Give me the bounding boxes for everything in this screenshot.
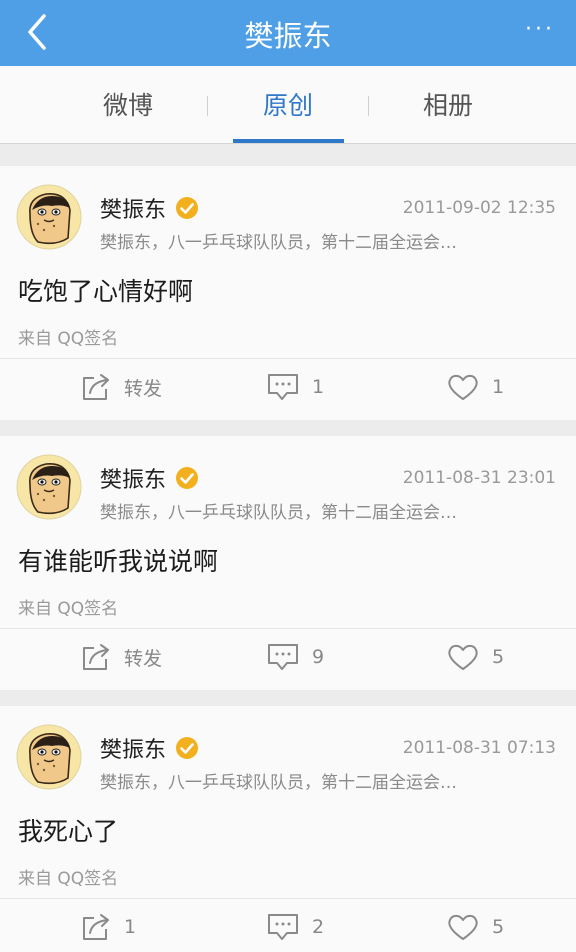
like-button[interactable]: 5 xyxy=(446,640,504,674)
repost-button[interactable]: 1 xyxy=(80,910,136,944)
post-card[interactable]: 樊振东 2011-09-02 12:35 樊振东，八一乒乓球队队员，第十二届全运… xyxy=(0,166,576,420)
post-timestamp: 2011-08-31 23:01 xyxy=(402,468,556,488)
repost-label: 转发 xyxy=(124,647,163,670)
post-author: 樊振东 xyxy=(100,732,199,763)
comment-button[interactable]: 1 xyxy=(266,370,324,404)
post-timestamp: 2011-08-31 07:13 xyxy=(402,738,556,758)
comment-count: 9 xyxy=(312,646,325,668)
more-options-button[interactable]: ··· xyxy=(518,15,562,45)
author-description: 樊振东，八一乒乓球队队员，第十二届全运会… xyxy=(100,773,457,793)
repost-button[interactable]: 转发 xyxy=(80,640,162,674)
avatar[interactable] xyxy=(16,724,82,790)
like-button[interactable]: 5 xyxy=(446,910,504,944)
repost-icon xyxy=(83,914,109,940)
heart-icon xyxy=(448,914,478,940)
divider xyxy=(0,358,576,359)
comment-icon xyxy=(268,644,298,670)
post-content: 有谁能听我说说啊 xyxy=(18,547,219,576)
author-name[interactable]: 樊振东 xyxy=(100,738,166,763)
author-name[interactable]: 樊振东 xyxy=(100,198,166,223)
repost-button[interactable]: 转发 xyxy=(80,370,162,404)
avatar-cartoon-icon xyxy=(16,454,82,520)
post-content: 吃饱了心情好啊 xyxy=(18,277,194,306)
tab-bar: 微博 原创 相册 xyxy=(0,66,576,144)
post-card[interactable]: 樊振东 2011-08-31 07:13 樊振东，八一乒乓球队队员，第十二届全运… xyxy=(0,706,576,952)
post-content: 我死心了 xyxy=(18,817,119,846)
comment-count: 1 xyxy=(312,376,325,398)
like-count: 5 xyxy=(492,646,505,668)
post-author: 樊振东 xyxy=(100,192,199,223)
post-timestamp: 2011-09-02 12:35 xyxy=(402,198,556,218)
comment-button[interactable]: 9 xyxy=(266,640,324,674)
author-description: 樊振东，八一乒乓球队队员，第十二届全运会… xyxy=(100,503,457,523)
repost-label: 转发 xyxy=(124,377,163,400)
tab-active-indicator xyxy=(233,139,344,143)
post-source: 来自 QQ签名 xyxy=(18,869,119,889)
repost-icon xyxy=(83,374,109,400)
avatar[interactable] xyxy=(16,184,82,250)
like-count: 5 xyxy=(492,916,505,938)
app-header: 樊振东 ··· xyxy=(0,0,576,66)
verified-badge-icon xyxy=(176,737,199,759)
post-source: 来自 QQ签名 xyxy=(18,329,119,349)
avatar-cartoon-icon xyxy=(16,724,82,790)
like-count: 1 xyxy=(492,376,505,398)
heart-icon xyxy=(448,644,478,670)
page-title: 樊振东 xyxy=(244,19,332,53)
comment-icon xyxy=(268,914,298,940)
tab-album[interactable]: 相册 xyxy=(352,66,544,144)
repost-count: 1 xyxy=(124,916,137,938)
comment-icon xyxy=(268,374,298,400)
post-source: 来自 QQ签名 xyxy=(18,599,119,619)
avatar-cartoon-icon xyxy=(16,184,82,250)
divider xyxy=(0,628,576,629)
divider xyxy=(0,898,576,899)
post-card[interactable]: 樊振东 2011-08-31 23:01 樊振东，八一乒乓球队队员，第十二届全运… xyxy=(0,436,576,690)
author-description: 樊振东，八一乒乓球队队员，第十二届全运会… xyxy=(100,233,457,253)
verified-badge-icon xyxy=(176,197,199,219)
heart-icon xyxy=(448,374,478,400)
comment-button[interactable]: 2 xyxy=(266,910,324,944)
comment-count: 2 xyxy=(312,916,325,938)
verified-badge-icon xyxy=(176,467,199,489)
avatar[interactable] xyxy=(16,454,82,520)
post-author: 樊振东 xyxy=(100,462,199,493)
repost-icon xyxy=(83,644,109,670)
author-name[interactable]: 樊振东 xyxy=(100,468,166,493)
like-button[interactable]: 1 xyxy=(446,370,504,404)
